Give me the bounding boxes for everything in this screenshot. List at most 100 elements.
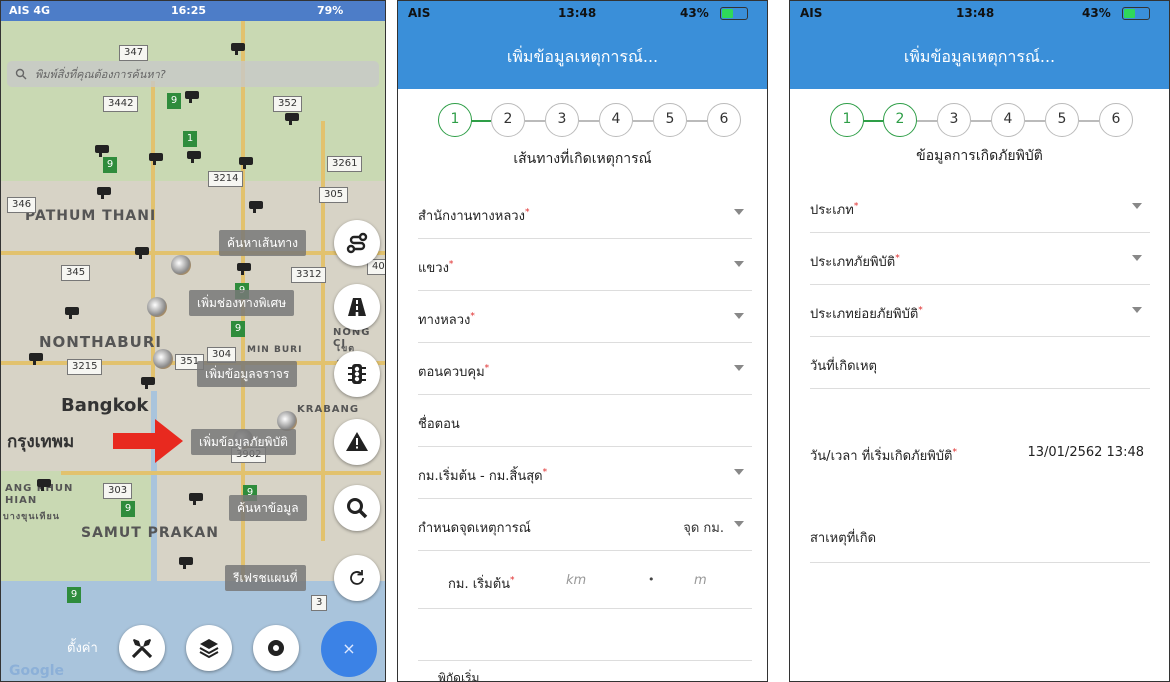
layers-icon	[199, 639, 219, 659]
tools-icon	[131, 639, 153, 659]
camera-icon[interactable]	[27, 353, 45, 365]
map-label-bangkhun-2: HIAN	[5, 495, 38, 506]
menu-label-disaster[interactable]: เพิ่มข้อมูลภัยพิบัติ	[191, 429, 296, 455]
storm-marker-icon[interactable]	[147, 297, 167, 317]
camera-icon[interactable]	[35, 479, 53, 491]
camera-icon[interactable]	[229, 43, 247, 55]
dropdown-caret-icon	[1132, 307, 1142, 313]
refresh-button[interactable]	[334, 555, 380, 601]
clock-label: 13:48	[558, 6, 597, 20]
district-select[interactable]: แขวง*	[418, 239, 752, 291]
step-3[interactable]: 3	[937, 103, 971, 137]
settings-label[interactable]: ตั้งค่า	[59, 636, 106, 662]
storm-marker-icon[interactable]	[153, 349, 173, 369]
incident-date-field[interactable]: วันที่เกิดเหตุ	[810, 337, 1150, 389]
route-icon	[346, 232, 368, 254]
field-label: แขวง	[418, 261, 449, 276]
step-5[interactable]: 5	[1045, 103, 1079, 137]
camera-icon[interactable]	[235, 263, 253, 275]
page-title: เพิ่มข้อมูลเหตุการณ์...	[790, 25, 1169, 89]
step-4[interactable]: 4	[599, 103, 633, 137]
route-marker: 9	[67, 587, 81, 603]
step-6[interactable]: 6	[707, 103, 741, 137]
camera-icon[interactable]	[185, 151, 203, 163]
field-label: ประเภทภัยพิบัติ	[810, 255, 896, 270]
camera-icon[interactable]	[283, 113, 301, 125]
map-view[interactable]: PATHUM THANI NONTHABURI Bangkok กรุงเทพม…	[1, 1, 385, 681]
carrier-label: AIS	[408, 6, 431, 20]
m-input[interactable]: m	[694, 573, 707, 588]
disaster-type-select[interactable]: ประเภทภัยพิบัติ*	[810, 233, 1150, 285]
clock-label: 13:48	[956, 6, 995, 20]
disaster-button[interactable]	[334, 419, 380, 465]
camera-icon[interactable]	[63, 307, 81, 319]
camera-icon[interactable]	[247, 201, 265, 213]
route-shield: 3442	[103, 96, 139, 112]
type-select[interactable]: ประเภท*	[810, 181, 1150, 233]
road-icon	[348, 298, 366, 316]
route-marker: 9	[121, 501, 135, 517]
storm-marker-icon[interactable]	[171, 255, 191, 275]
section-name-field[interactable]: ชื่อตอน	[418, 395, 752, 447]
step-1[interactable]: 1	[438, 103, 472, 137]
step-2[interactable]: 2	[491, 103, 525, 137]
menu-label-route[interactable]: ค้นหาเส้นทาง	[219, 230, 307, 256]
route-button[interactable]	[334, 220, 380, 266]
route-shield: 352	[273, 96, 303, 112]
route-marker: 1	[183, 131, 197, 147]
special-lane-button[interactable]	[334, 284, 380, 330]
route-shield: 347	[119, 45, 149, 61]
camera-icon[interactable]	[177, 557, 195, 569]
stepper: 1 2 3 4 5 6	[790, 103, 1169, 143]
event-point-select[interactable]: กำหนดจุดเหตุการณ์ จุด กม.	[418, 499, 752, 551]
menu-label-special-lane[interactable]: เพิ่มช่องทางพิเศษ	[189, 290, 295, 316]
clock-label: 16:25	[171, 4, 207, 17]
cause-field[interactable]: สาเหตุที่เกิด	[810, 509, 1150, 563]
red-arrow-icon	[113, 419, 183, 463]
battery-label: 43%	[680, 6, 709, 20]
menu-label-traffic[interactable]: เพิ่มข้อมูลจราจร	[197, 361, 298, 387]
km-range-select[interactable]: กม.เริ่มต้น - กม.สิ้นสุด*	[418, 447, 752, 499]
control-section-select[interactable]: ตอนควบคุม*	[418, 343, 752, 395]
highway-office-select[interactable]: สำนักงานทางหลวง*	[418, 187, 752, 239]
step-3[interactable]: 3	[545, 103, 579, 137]
route-shield: 305	[319, 187, 349, 203]
menu-label-refresh[interactable]: รีเฟรชแผนที่	[225, 565, 306, 591]
camera-icon[interactable]	[187, 493, 205, 505]
step-2[interactable]: 2	[883, 103, 917, 137]
camera-icon[interactable]	[147, 153, 165, 165]
camera-icon[interactable]	[133, 247, 151, 259]
km-separator: •	[648, 573, 655, 586]
search-input[interactable]: พิมพ์สิ่งที่คุณต้องการค้นหา?	[7, 61, 379, 87]
dropdown-caret-icon	[734, 313, 744, 319]
disaster-subtype-select[interactable]: ประเภทย่อยภัยพิบัติ*	[810, 285, 1150, 337]
map-label-nonthaburi: NONTHABURI	[39, 333, 162, 351]
route-shield: 345	[61, 265, 91, 281]
layers-button[interactable]	[186, 625, 232, 671]
disaster-start-datetime[interactable]: วัน/เวลา ที่เริ่มเกิดภัยพิบัติ* 13/01/25…	[810, 427, 1150, 479]
camera-icon[interactable]	[95, 187, 113, 199]
step-6[interactable]: 6	[1099, 103, 1133, 137]
storm-marker-icon[interactable]	[277, 411, 297, 431]
camera-icon[interactable]	[139, 377, 157, 389]
route-shield: 346	[7, 197, 37, 213]
camera-icon[interactable]	[237, 157, 255, 169]
camera-icon[interactable]	[183, 91, 201, 103]
field-label: สำนักงานทางหลวง	[418, 209, 525, 224]
form-step1-screen: AIS 13:48 43% เพิ่มข้อมูลเหตุการณ์... 1 …	[397, 0, 768, 682]
step-5[interactable]: 5	[653, 103, 687, 137]
step-1[interactable]: 1	[830, 103, 864, 137]
settings-button[interactable]	[119, 625, 165, 671]
traffic-light-icon	[348, 364, 366, 384]
location-button[interactable]	[253, 625, 299, 671]
dropdown-caret-icon	[734, 261, 744, 267]
menu-label-search-data[interactable]: ค้นหาข้อมูล	[229, 495, 307, 521]
highway-select[interactable]: ทางหลวง*	[418, 291, 752, 343]
route-shield: 303	[103, 483, 133, 499]
camera-icon[interactable]	[93, 145, 111, 157]
search-data-button[interactable]	[334, 485, 380, 531]
close-menu-button[interactable]: ×	[321, 621, 377, 677]
traffic-button[interactable]	[334, 351, 380, 397]
km-input[interactable]: km	[566, 573, 586, 588]
step-4[interactable]: 4	[991, 103, 1025, 137]
